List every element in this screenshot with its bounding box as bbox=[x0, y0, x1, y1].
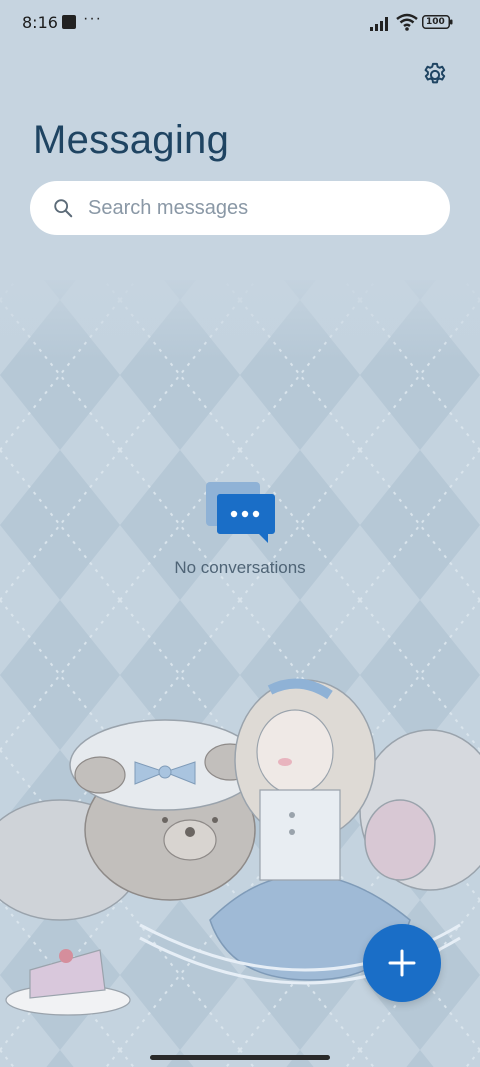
gear-icon bbox=[424, 62, 446, 84]
battery-level: 100 bbox=[426, 17, 445, 27]
plus-icon bbox=[388, 949, 416, 977]
more-notifications-indicator: ··· bbox=[83, 10, 102, 27]
new-conversation-button[interactable] bbox=[363, 924, 441, 1002]
signal-icon bbox=[370, 17, 388, 31]
search-input[interactable] bbox=[86, 195, 410, 221]
status-bar: 8:16 ··· 100 bbox=[0, 0, 480, 46]
page-title: Messaging bbox=[33, 118, 230, 162]
status-time: 8:16 bbox=[22, 13, 58, 32]
home-indicator[interactable] bbox=[150, 1055, 330, 1060]
notification-square-icon bbox=[62, 15, 76, 29]
empty-state: No conversations bbox=[0, 480, 480, 578]
settings-button[interactable] bbox=[418, 58, 452, 92]
chat-bubble-icon bbox=[206, 482, 275, 543]
wifi-icon bbox=[396, 13, 418, 31]
empty-state-text: No conversations bbox=[174, 558, 306, 577]
search-icon bbox=[54, 199, 73, 218]
search-bar[interactable] bbox=[30, 181, 450, 235]
battery-icon: 100 bbox=[422, 15, 453, 29]
